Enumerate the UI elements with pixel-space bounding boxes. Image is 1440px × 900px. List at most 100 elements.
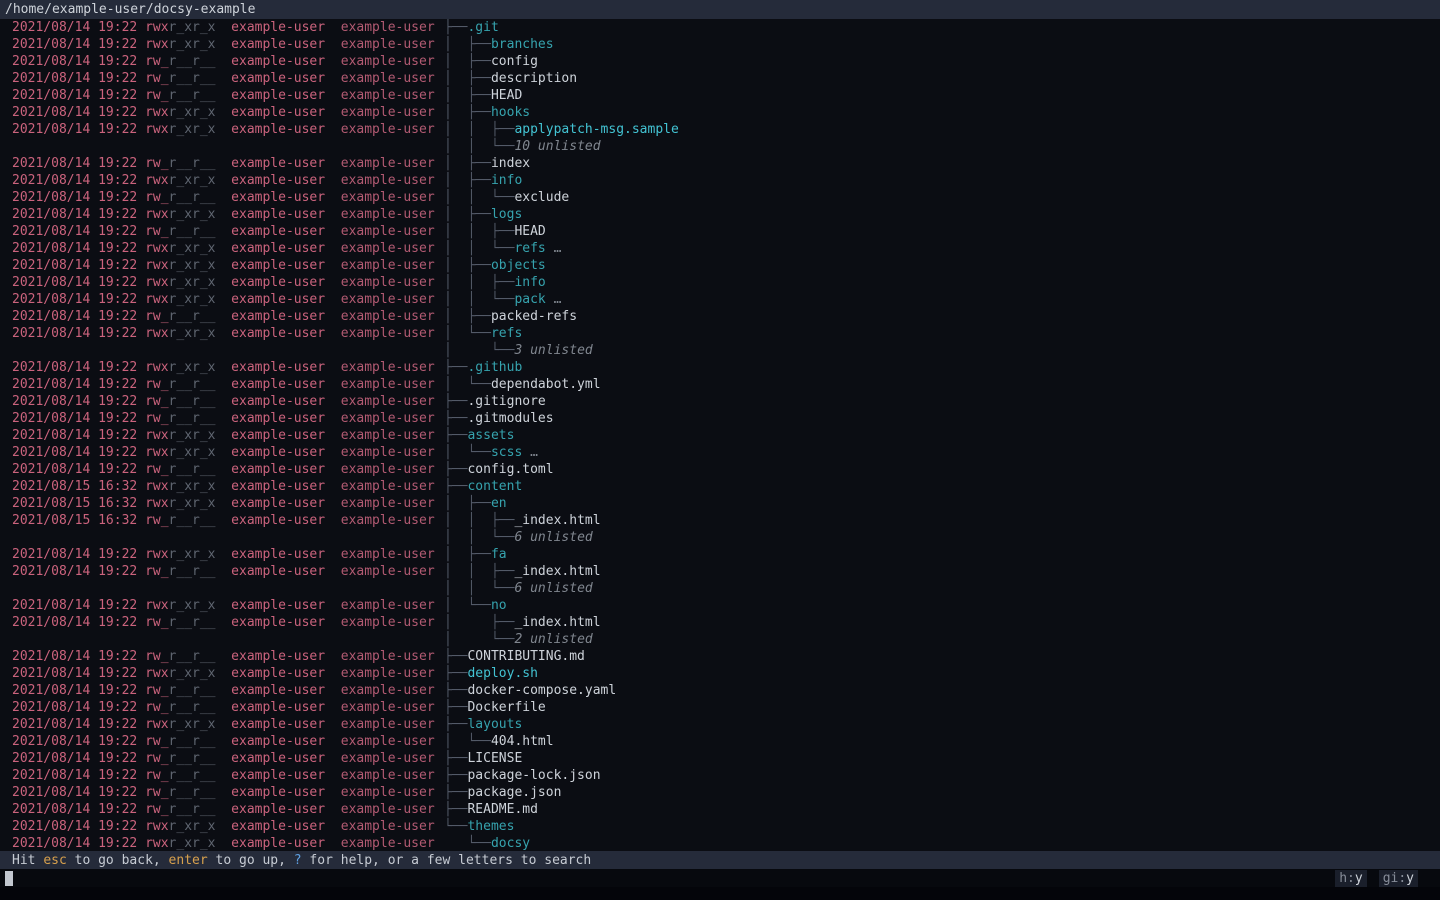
list-item[interactable]: 2021/08/14 19:22 rwxr_xr_x example-user … — [12, 835, 1440, 851]
list-item[interactable]: 2021/08/14 19:22 rwxr_xr_x example-user … — [12, 274, 1440, 291]
list-item[interactable]: 2021/08/14 19:22 rw_r__r__ example-user … — [12, 767, 1440, 784]
dir-entry[interactable]: docsy — [491, 836, 530, 851]
file-entry[interactable]: packed-refs — [491, 309, 577, 324]
list-item[interactable]: 2021/08/15 16:32 rw_r__r__ example-user … — [12, 512, 1440, 529]
dir-entry[interactable]: themes — [467, 819, 514, 834]
file-entry[interactable]: 404.html — [491, 734, 554, 749]
file-entry[interactable]: HEAD — [491, 88, 522, 103]
file-entry[interactable]: applypatch-msg.sample — [514, 122, 678, 137]
list-item[interactable]: 2021/08/14 19:22 rw_r__r__ example-user … — [12, 784, 1440, 801]
list-item[interactable]: 2021/08/14 19:22 rw_r__r__ example-user … — [12, 53, 1440, 70]
list-item[interactable]: 2021/08/14 19:22 rw_r__r__ example-user … — [12, 189, 1440, 206]
list-item[interactable]: 2021/08/14 19:22 rwxr_xr_x example-user … — [12, 546, 1440, 563]
list-item[interactable]: 2021/08/14 19:22 rwxr_xr_x example-user … — [12, 36, 1440, 53]
list-item[interactable]: 2021/08/14 19:22 rw_r__r__ example-user … — [12, 614, 1440, 631]
list-item[interactable]: 2021/08/14 19:22 rwxr_xr_x example-user … — [12, 818, 1440, 835]
dir-entry[interactable]: .git — [467, 20, 498, 35]
file-entry[interactable]: dependabot.yml — [491, 377, 601, 392]
file-entry[interactable]: index — [491, 156, 530, 171]
file-entry[interactable]: exclude — [514, 190, 569, 205]
list-item[interactable]: 2021/08/14 19:22 rw_r__r__ example-user … — [12, 733, 1440, 750]
file-entry[interactable]: Dockerfile — [467, 700, 545, 715]
list-item[interactable]: 2021/08/14 19:22 rwxr_xr_x example-user … — [12, 665, 1440, 682]
toggle-gitignore[interactable]: gi:y — [1379, 870, 1418, 887]
list-item[interactable]: 2021/08/14 19:22 rw_r__r__ example-user … — [12, 699, 1440, 716]
list-item[interactable]: 2021/08/14 19:22 rw_r__r__ example-user … — [12, 87, 1440, 104]
list-item[interactable]: 2021/08/14 19:22 rwxr_xr_x example-user … — [12, 104, 1440, 121]
file-perms-rest: r_xr_x — [169, 122, 216, 137]
dir-entry[interactable]: en — [491, 496, 507, 511]
file-entry[interactable]: HEAD — [514, 224, 545, 239]
dir-entry[interactable]: content — [467, 479, 522, 494]
list-item[interactable]: 2021/08/14 19:22 rwxr_xr_x example-user … — [12, 444, 1440, 461]
dir-entry[interactable]: logs — [491, 207, 522, 222]
list-item[interactable]: │ │ └──6 unlisted — [12, 529, 1440, 546]
dir-entry[interactable]: refs — [491, 326, 522, 341]
file-entry[interactable]: CONTRIBUTING.md — [467, 649, 584, 664]
file-entry[interactable]: .gitignore — [467, 394, 545, 409]
list-item[interactable]: 2021/08/14 19:22 rw_r__r__ example-user … — [12, 376, 1440, 393]
list-item[interactable]: 2021/08/14 19:22 rwxr_xr_x example-user … — [12, 325, 1440, 342]
file-owner: example-user — [216, 819, 326, 834]
list-item[interactable]: 2021/08/14 19:22 rw_r__r__ example-user … — [12, 461, 1440, 478]
list-item[interactable]: 2021/08/14 19:22 rw_r__r__ example-user … — [12, 801, 1440, 818]
file-entry[interactable]: package-lock.json — [467, 768, 600, 783]
list-item[interactable]: 2021/08/14 19:22 rw_r__r__ example-user … — [12, 308, 1440, 325]
list-item[interactable]: 2021/08/14 19:22 rw_r__r__ example-user … — [12, 393, 1440, 410]
dir-entry[interactable]: info — [491, 173, 522, 188]
list-item[interactable]: 2021/08/14 19:22 rwxr_xr_x example-user … — [12, 427, 1440, 444]
list-item[interactable]: 2021/08/14 19:22 rw_r__r__ example-user … — [12, 223, 1440, 240]
list-item[interactable]: 2021/08/14 19:22 rw_r__r__ example-user … — [12, 682, 1440, 699]
list-item[interactable]: 2021/08/14 19:22 rwxr_xr_x example-user … — [12, 19, 1440, 36]
file-entry[interactable]: _index.html — [514, 513, 600, 528]
toggle-hidden[interactable]: h:y — [1335, 870, 1366, 887]
command-input-line[interactable]: h:y gi:y — [0, 869, 1440, 887]
list-item[interactable]: │ └──3 unlisted — [12, 342, 1440, 359]
list-item[interactable]: 2021/08/14 19:22 rw_r__r__ example-user … — [12, 563, 1440, 580]
list-item[interactable]: │ │ └──10 unlisted — [12, 138, 1440, 155]
list-item[interactable]: 2021/08/14 19:22 rw_r__r__ example-user … — [12, 70, 1440, 87]
dir-entry[interactable]: branches — [491, 37, 554, 52]
current-path[interactable]: /home/example-user/docsy-example — [5, 1, 255, 18]
list-item[interactable]: 2021/08/14 19:22 rw_r__r__ example-user … — [12, 410, 1440, 427]
list-item[interactable]: 2021/08/15 16:32 rwxr_xr_x example-user … — [12, 478, 1440, 495]
list-item[interactable]: 2021/08/14 19:22 rwxr_xr_x example-user … — [12, 172, 1440, 189]
file-entry[interactable]: config.toml — [467, 462, 553, 477]
dir-entry[interactable]: assets — [467, 428, 514, 443]
file-entry[interactable]: LICENSE — [467, 751, 522, 766]
list-item[interactable]: 2021/08/14 19:22 rw_r__r__ example-user … — [12, 750, 1440, 767]
dir-entry[interactable]: info — [514, 275, 545, 290]
file-entry[interactable]: config — [491, 54, 538, 69]
list-item[interactable]: │ │ └──6 unlisted — [12, 580, 1440, 597]
list-item[interactable]: │ └──2 unlisted — [12, 631, 1440, 648]
list-item[interactable]: 2021/08/14 19:22 rwxr_xr_x example-user … — [12, 359, 1440, 376]
file-entry[interactable]: description — [491, 71, 577, 86]
file-entry[interactable]: deploy.sh — [467, 666, 537, 681]
dir-entry[interactable]: scss — [491, 445, 522, 460]
dir-entry[interactable]: layouts — [467, 717, 522, 732]
list-item[interactable]: 2021/08/14 19:22 rwxr_xr_x example-user … — [12, 206, 1440, 223]
list-item[interactable]: 2021/08/14 19:22 rwxr_xr_x example-user … — [12, 716, 1440, 733]
list-item[interactable]: 2021/08/14 19:22 rwxr_xr_x example-user … — [12, 291, 1440, 308]
list-item[interactable]: 2021/08/14 19:22 rwxr_xr_x example-user … — [12, 597, 1440, 614]
dir-entry[interactable]: fa — [491, 547, 507, 562]
dir-entry[interactable]: refs — [514, 241, 545, 256]
dir-entry[interactable]: .github — [467, 360, 522, 375]
file-entry[interactable]: _index.html — [514, 564, 600, 579]
file-entry[interactable]: docker-compose.yaml — [467, 683, 616, 698]
list-item[interactable]: 2021/08/14 19:22 rw_r__r__ example-user … — [12, 648, 1440, 665]
file-entry[interactable]: README.md — [467, 802, 537, 817]
dir-entry[interactable]: no — [491, 598, 507, 613]
file-entry[interactable]: .gitmodules — [467, 411, 553, 426]
list-item[interactable]: 2021/08/14 19:22 rwxr_xr_x example-user … — [12, 240, 1440, 257]
dir-entry[interactable]: hooks — [491, 105, 530, 120]
file-meta — [12, 342, 444, 359]
list-item[interactable]: 2021/08/14 19:22 rwxr_xr_x example-user … — [12, 121, 1440, 138]
dir-entry[interactable]: objects — [491, 258, 546, 273]
list-item[interactable]: 2021/08/14 19:22 rw_r__r__ example-user … — [12, 155, 1440, 172]
file-entry[interactable]: package.json — [467, 785, 561, 800]
list-item[interactable]: 2021/08/15 16:32 rwxr_xr_x example-user … — [12, 495, 1440, 512]
list-item[interactable]: 2021/08/14 19:22 rwxr_xr_x example-user … — [12, 257, 1440, 274]
file-entry[interactable]: _index.html — [514, 615, 600, 630]
dir-entry[interactable]: pack — [514, 292, 545, 307]
